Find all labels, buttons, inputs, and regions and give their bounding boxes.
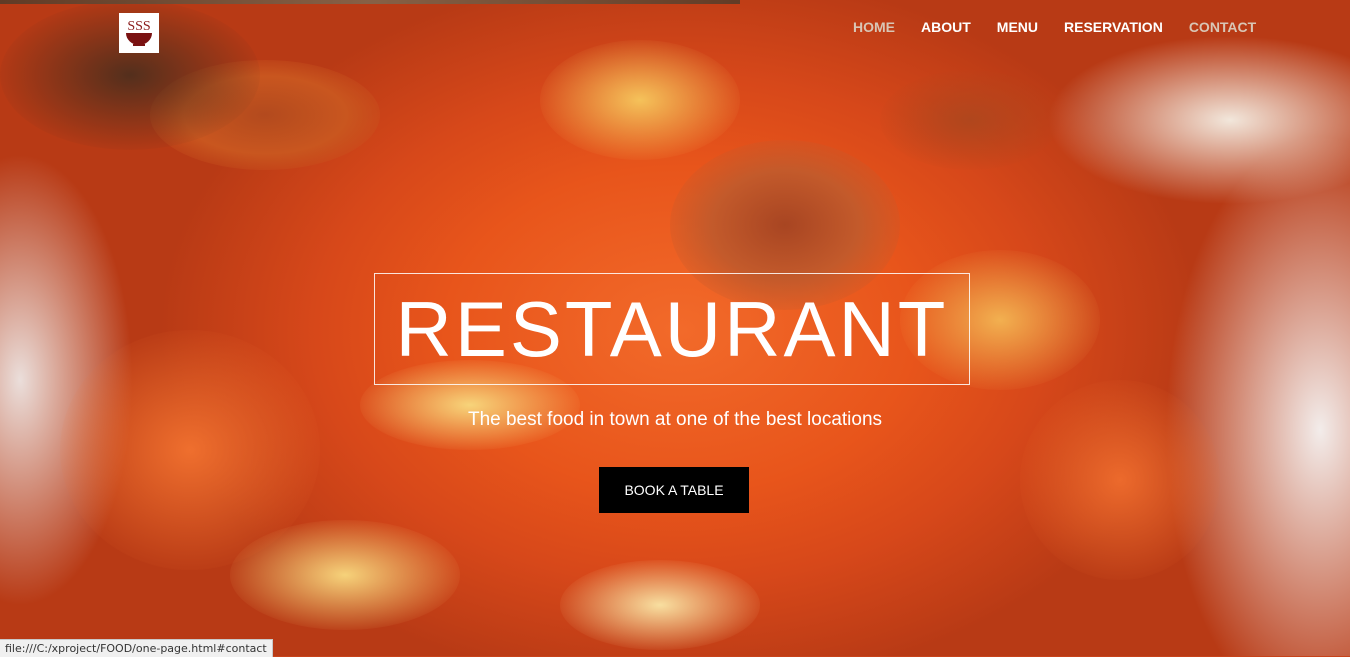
main-nav: HOME ABOUT MENU RESERVATION CONTACT — [840, 19, 1269, 36]
svg-text:SSS: SSS — [127, 19, 150, 34]
bowl-logo-icon: SSS — [126, 19, 152, 46]
book-table-button[interactable]: BOOK A TABLE — [599, 467, 749, 513]
nav-contact[interactable]: CONTACT — [1176, 19, 1269, 36]
nav-reservation[interactable]: RESERVATION — [1051, 19, 1176, 36]
hero-title: RESTAURANT — [395, 284, 949, 373]
nav-about[interactable]: ABOUT — [908, 19, 984, 36]
hero-title-box: RESTAURANT — [374, 273, 970, 385]
status-bar-url: file:///C:/xproject/FOOD/one-page.html#c… — [0, 639, 273, 657]
logo[interactable]: SSS — [119, 13, 159, 53]
hero-tagline: The best food in town at one of the best… — [467, 409, 883, 430]
nav-home[interactable]: HOME — [840, 19, 908, 36]
nav-menu[interactable]: MENU — [984, 19, 1051, 36]
